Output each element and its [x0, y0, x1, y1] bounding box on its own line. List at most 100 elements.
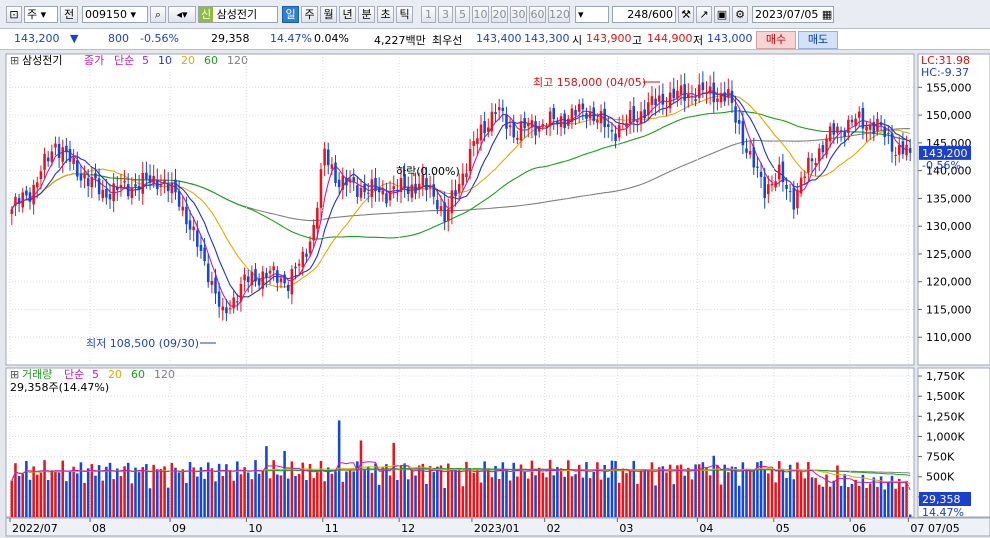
period-tab-5[interactable]: 초	[377, 6, 394, 23]
period-tab-0[interactable]: 일	[282, 6, 299, 23]
volume-current-rate: 14.47%	[922, 506, 964, 519]
candle-body	[65, 145, 68, 153]
candle-body	[265, 272, 268, 278]
volume-bar	[374, 463, 377, 517]
volume-bar	[10, 480, 14, 517]
candle-body	[388, 191, 392, 201]
stock-chart[interactable]: 155,000150,000145,000140,000135,000130,0…	[0, 50, 990, 538]
minute-option-30[interactable]: 30	[510, 6, 527, 23]
volume-bar	[836, 465, 839, 517]
max-annotation: 최고 158,000 (04/05)	[533, 76, 646, 89]
hc-info: HC:-9.37	[921, 66, 969, 79]
candle-body	[487, 127, 490, 132]
volume-bar	[567, 460, 570, 517]
minute-option-1[interactable]: 1	[421, 6, 436, 23]
x-tick-label: 2022/07	[12, 522, 58, 535]
down-arrow-icon: ▼	[70, 32, 79, 45]
period-mode-button[interactable]: 전	[60, 6, 78, 23]
speaker-icon[interactable]: ◂▾	[168, 6, 196, 23]
volume-bar	[406, 479, 410, 517]
gear-icon[interactable]: ⚙	[732, 6, 748, 23]
market-select[interactable]: 주 ▾	[24, 6, 58, 23]
candle-body	[796, 189, 799, 209]
volume-bar	[417, 465, 421, 517]
minute-option-20[interactable]: 20	[491, 6, 508, 23]
code-input[interactable]: 009150 ▾	[82, 6, 148, 23]
candle-body	[574, 109, 577, 116]
tools-icon[interactable]: ⚒	[678, 6, 694, 23]
candle-body	[763, 176, 766, 198]
period-dropdown[interactable]: ▾	[575, 6, 609, 23]
volume-bar	[552, 475, 556, 517]
candle-body	[628, 110, 632, 124]
volume-panel-title: 거래량	[22, 368, 52, 381]
candle-body	[177, 191, 181, 207]
volume-bar	[166, 487, 170, 517]
candle-body	[516, 137, 519, 140]
volume-bar	[810, 477, 814, 517]
search-icon[interactable]: ⌕	[150, 6, 166, 23]
x-tick-label: 08	[92, 522, 106, 535]
date-field[interactable]: 2023/07/05 ▦	[752, 6, 834, 23]
candle-body	[737, 120, 741, 124]
candle-body	[610, 129, 614, 132]
volume-bar	[210, 468, 214, 517]
volume-bar	[174, 467, 177, 517]
candle-body	[25, 190, 28, 196]
volume-bar	[897, 478, 901, 517]
volume-bar	[86, 468, 90, 517]
volume-bar	[748, 469, 752, 517]
volume-bar	[112, 479, 115, 517]
period-tab-6[interactable]: 틱	[396, 6, 413, 23]
candle-body	[126, 184, 130, 197]
period-tab-2[interactable]: 월	[320, 6, 337, 23]
candle-body	[286, 284, 290, 291]
count-field[interactable]: 248/600	[612, 6, 676, 23]
volume-bar	[330, 473, 334, 517]
volume-bar	[788, 464, 792, 517]
candle-body	[857, 111, 861, 118]
period-tab-1[interactable]: 주	[301, 6, 318, 23]
candle-body	[617, 124, 621, 138]
candle-body	[476, 138, 479, 144]
period-tab-4[interactable]: 분	[358, 6, 375, 23]
candle-body	[850, 119, 854, 123]
volume-bar	[865, 488, 868, 517]
period-tab-3[interactable]: 년	[339, 6, 356, 23]
candle-body	[719, 93, 723, 103]
sell-button[interactable]: 매도	[798, 31, 838, 49]
minute-option-60[interactable]: 60	[529, 6, 546, 23]
minute-option-120[interactable]: 120	[548, 6, 570, 23]
stock-name-field[interactable]: 신 삼성전기	[198, 6, 278, 23]
candle-body	[454, 190, 457, 197]
candle-body	[76, 160, 79, 177]
minute-option-3[interactable]: 3	[438, 6, 453, 23]
volume-bar	[799, 471, 803, 517]
volume-bar	[432, 472, 435, 517]
candle-body	[130, 187, 134, 198]
vol-legend-120: 120	[154, 368, 175, 381]
save-icon[interactable]: ▣	[714, 6, 730, 23]
candle-body	[803, 176, 806, 179]
volume-bar	[487, 468, 490, 517]
code-value: 009150	[85, 8, 127, 21]
candle-body	[647, 102, 650, 115]
volume-bar	[817, 484, 821, 517]
candle-body	[185, 207, 188, 225]
candle-body	[770, 183, 774, 186]
minute-option-5[interactable]: 5	[455, 6, 470, 23]
chart-icon-button[interactable]: ⊡	[6, 6, 22, 23]
minute-option-10[interactable]: 10	[472, 6, 489, 23]
candle-body	[730, 90, 734, 103]
volume-bar	[537, 467, 541, 517]
candle-body	[159, 185, 163, 187]
trend-icon[interactable]: ↗	[696, 6, 712, 23]
candle-body	[457, 184, 461, 193]
buy-button[interactable]: 매수	[756, 31, 796, 49]
volume-bar	[152, 464, 155, 517]
candle-body	[446, 209, 450, 221]
volume-bar	[239, 474, 243, 517]
ask-price: 143,400	[476, 32, 522, 45]
volume-bar	[359, 440, 363, 517]
volume-bar	[850, 483, 854, 517]
